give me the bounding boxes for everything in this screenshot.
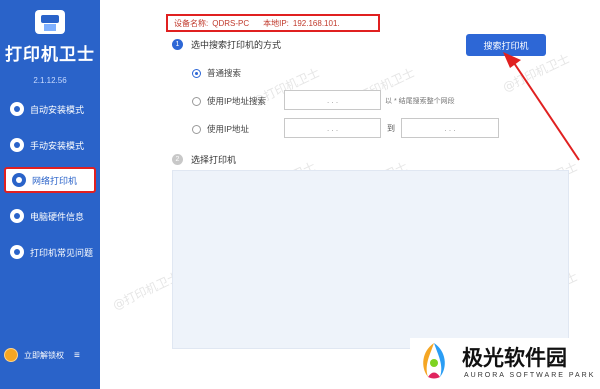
range-to-label: 到	[387, 124, 395, 133]
sidebar-item-manual-install[interactable]: 手动安装模式	[4, 132, 96, 158]
ip-dots: . . .	[326, 123, 339, 133]
sidebar-item-hardware-info[interactable]: 电脑硬件信息	[4, 203, 96, 229]
auto-install-icon	[10, 102, 24, 116]
step-1-header: 1 选中搜索打印机的方式	[172, 38, 281, 51]
hamburger-icon[interactable]: ≡	[74, 350, 80, 361]
ip-hint: 以 * 结尾搜索整个网段	[385, 98, 455, 105]
brand-subtitle: AURORA SOFTWARE PARK	[464, 372, 596, 379]
search-printer-button[interactable]: 搜索打印机	[466, 34, 546, 56]
step-title: 选中搜索打印机的方式	[191, 40, 282, 50]
printer-faq-icon	[10, 245, 24, 259]
manual-install-icon	[10, 138, 24, 152]
brand-watermark: 极光软件园 AURORA SOFTWARE PARK	[410, 338, 596, 386]
option-label[interactable]: 普通搜索	[207, 67, 241, 79]
sidebar-item-printer-faq[interactable]: 打印机常见问题	[4, 239, 96, 265]
app-version: 2.1.12.56	[33, 76, 67, 85]
local-ip-value: 192.168.101.	[292, 18, 340, 28]
network-printer-icon	[12, 173, 26, 187]
step-2-header: 2 选择打印机	[172, 153, 236, 166]
option-normal-search[interactable]: 普通搜索	[192, 67, 241, 79]
ip-range-start-input[interactable]: . . .	[284, 118, 381, 138]
aurora-logo-icon	[423, 343, 445, 379]
radio-button[interactable]	[192, 96, 201, 106]
step-title: 选择打印机	[191, 155, 237, 165]
unlock-row[interactable]: 立即解锁权 ≡	[4, 346, 96, 364]
sidebar-item-network-printer[interactable]: 网络打印机	[4, 167, 96, 193]
option-label[interactable]: 使用IP地址搜索	[207, 95, 266, 107]
step-number: 2	[172, 154, 183, 165]
sidebar-item-label: 网络打印机	[32, 175, 78, 186]
sidebar: 打印机卫士 2.1.12.56 自动安装模式 手动安装模式 网络打印机 电脑硬件…	[0, 0, 100, 389]
sidebar-item-label: 自动安装模式	[30, 104, 85, 115]
option-ip-search[interactable]: 使用IP地址搜索	[192, 95, 266, 107]
local-ip-label: 本地IP:	[263, 18, 289, 28]
printer-list-area[interactable]	[172, 170, 569, 349]
unlock-label[interactable]: 立即解锁权	[24, 350, 64, 361]
device-name-value: QDRS-PC	[212, 18, 250, 28]
sidebar-item-label: 手动安装模式	[30, 140, 85, 151]
brand-name: 极光软件园	[462, 346, 567, 370]
radio-button[interactable]	[192, 68, 201, 78]
step-number: 1	[172, 39, 183, 50]
option-ip-range[interactable]: 使用IP地址	[192, 123, 249, 135]
app-title: 打印机卫士	[5, 45, 95, 65]
sidebar-item-label: 电脑硬件信息	[30, 211, 85, 222]
option-label[interactable]: 使用IP地址	[207, 123, 249, 135]
ip-dots: . . .	[326, 95, 339, 105]
avatar[interactable]	[4, 348, 18, 362]
ip-range-end-input[interactable]: . . .	[401, 118, 499, 138]
sidebar-item-auto-install[interactable]: 自动安装模式	[4, 96, 96, 122]
radio-button[interactable]	[192, 124, 201, 134]
ip-address-input[interactable]: . . .	[284, 90, 381, 110]
ip-dots: . . .	[444, 123, 456, 133]
watermark-text: @打印机卫士	[500, 51, 572, 95]
sidebar-item-label: 打印机常见问题	[30, 247, 94, 258]
hardware-info-icon	[10, 209, 24, 223]
printer-logo-icon	[35, 10, 65, 34]
device-info-bar: 设备名称: QDRS-PC 本地IP: 192.168.101.	[166, 14, 380, 32]
device-name-label: 设备名称:	[174, 18, 209, 28]
